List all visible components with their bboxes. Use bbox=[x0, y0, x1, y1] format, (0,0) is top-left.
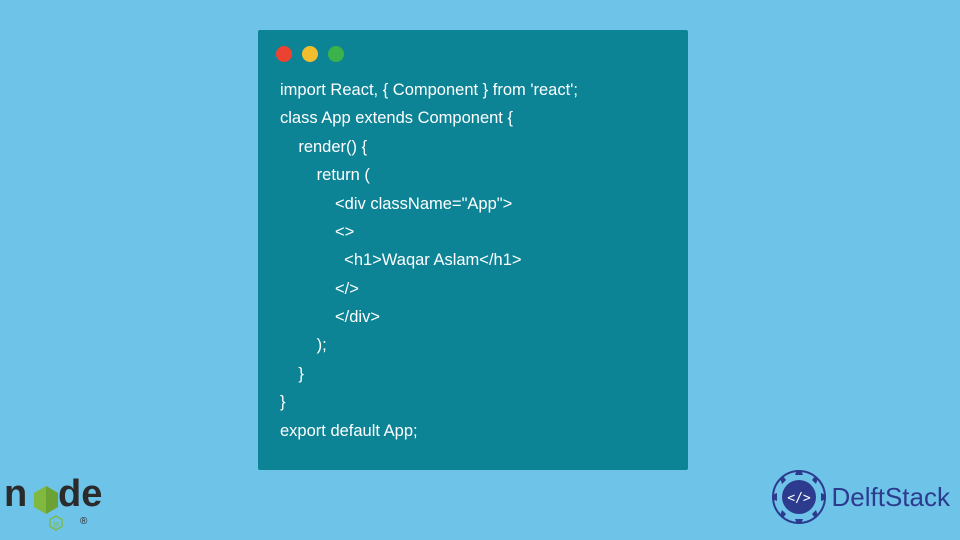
svg-text:js: js bbox=[52, 520, 59, 529]
code-line: render() { bbox=[280, 133, 670, 161]
svg-text:</>: </> bbox=[787, 491, 811, 506]
code-line: } bbox=[280, 388, 670, 416]
svg-text:n: n bbox=[4, 473, 27, 515]
delftstack-badge-icon: </> bbox=[770, 468, 828, 526]
code-line: <> bbox=[280, 218, 670, 246]
minimize-icon[interactable] bbox=[302, 46, 318, 62]
code-window: import React, { Component } from 'react'… bbox=[258, 30, 688, 470]
svg-text:de: de bbox=[58, 473, 102, 515]
code-line: import React, { Component } from 'react'… bbox=[280, 76, 670, 104]
code-line: export default App; bbox=[280, 417, 670, 445]
code-line: </div> bbox=[280, 303, 670, 331]
code-line: class App extends Component { bbox=[280, 104, 670, 132]
delftstack-logo: </> DelftStack bbox=[770, 468, 951, 526]
code-body: import React, { Component } from 'react'… bbox=[258, 76, 688, 463]
code-line: <div className="App"> bbox=[280, 190, 670, 218]
svg-text:®: ® bbox=[80, 516, 88, 527]
code-line: </> bbox=[280, 275, 670, 303]
code-line: return ( bbox=[280, 161, 670, 189]
code-line: ); bbox=[280, 331, 670, 359]
code-line: <h1>Waqar Aslam</h1> bbox=[280, 246, 670, 274]
close-icon[interactable] bbox=[276, 46, 292, 62]
page-background: import React, { Component } from 'react'… bbox=[0, 0, 960, 540]
delftstack-logo-text: DelftStack bbox=[832, 482, 951, 513]
zoom-icon[interactable] bbox=[328, 46, 344, 62]
window-traffic-lights bbox=[258, 30, 688, 76]
nodejs-logo-icon: n de ® js bbox=[2, 458, 122, 534]
code-line: } bbox=[280, 360, 670, 388]
